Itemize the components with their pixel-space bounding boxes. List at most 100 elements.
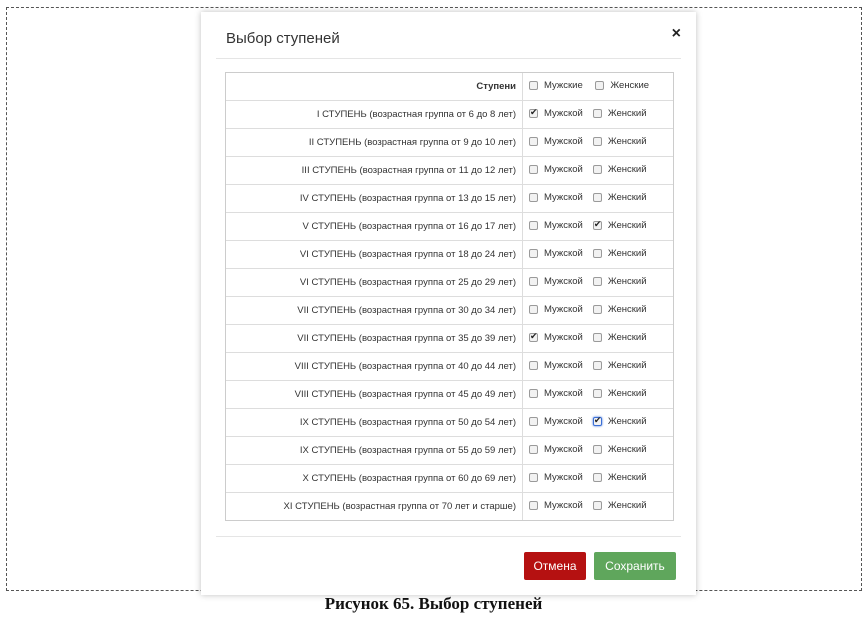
level-label: II СТУПЕНЬ (возрастная группа от 9 до 10… <box>226 128 523 157</box>
female-option[interactable]: Женский <box>592 248 647 259</box>
male-option-checkbox[interactable] <box>529 137 538 146</box>
female-option-checkbox[interactable] <box>592 193 602 202</box>
female-option-checkbox[interactable] <box>592 389 602 398</box>
footer-divider <box>216 536 681 537</box>
female-option[interactable]: Женский <box>592 108 647 119</box>
female-option-label: Женский <box>607 192 647 203</box>
female-option-label: Женский <box>607 332 647 343</box>
select-levels-modal: Выбор ступеней × Ступени Мужские Женские… <box>201 12 696 595</box>
select-all-female[interactable]: Женские <box>595 80 649 91</box>
level-label: VII СТУПЕНЬ (возрастная группа от 35 до … <box>226 324 523 353</box>
level-label: V СТУПЕНЬ (возрастная группа от 16 до 17… <box>226 212 523 241</box>
male-option[interactable]: Мужской <box>529 192 583 203</box>
header-options: Мужские Женские <box>522 73 673 101</box>
level-options: Мужской Женский <box>522 296 673 325</box>
male-option[interactable]: Мужской <box>529 276 583 287</box>
male-option-checkbox[interactable] <box>529 417 538 426</box>
female-option[interactable]: Женский <box>592 219 647 231</box>
male-option[interactable]: Мужской <box>529 360 583 371</box>
female-option[interactable]: Женский <box>592 360 647 371</box>
table-row: X СТУПЕНЬ (возрастная группа от 60 до 69… <box>226 464 673 493</box>
modal-header: Выбор ступеней × <box>216 12 681 59</box>
female-option[interactable]: Женский <box>592 332 647 343</box>
female-option-checkbox[interactable] <box>592 137 602 146</box>
male-option[interactable]: Мужской <box>529 388 583 399</box>
level-label: VI СТУПЕНЬ (возрастная группа от 25 до 2… <box>226 268 523 297</box>
select-all-male[interactable]: Мужские <box>529 80 583 91</box>
male-option-checkbox[interactable] <box>529 361 538 370</box>
table-row: V СТУПЕНЬ (возрастная группа от 16 до 17… <box>226 212 673 241</box>
level-label: I СТУПЕНЬ (возрастная группа от 6 до 8 л… <box>226 100 523 129</box>
select-all-female-checkbox[interactable] <box>595 81 605 90</box>
female-option-checkbox[interactable] <box>592 333 602 342</box>
male-option-checkbox[interactable] <box>529 331 538 342</box>
female-option[interactable]: Женский <box>592 192 647 203</box>
female-option-checkbox[interactable] <box>592 473 602 482</box>
female-option[interactable]: Женский <box>592 472 647 483</box>
female-option-checkbox[interactable] <box>592 361 602 370</box>
male-option[interactable]: Мужской <box>529 444 583 455</box>
male-option-checkbox[interactable] <box>529 389 538 398</box>
male-option[interactable]: Мужской <box>529 107 583 119</box>
male-option-checkbox[interactable] <box>529 501 538 510</box>
male-option-checkbox[interactable] <box>529 165 538 174</box>
male-option[interactable]: Мужской <box>529 472 583 483</box>
male-option[interactable]: Мужской <box>529 304 583 315</box>
male-option-checkbox[interactable] <box>529 249 538 258</box>
table-row: IV СТУПЕНЬ (возрастная группа от 13 до 1… <box>226 184 673 213</box>
male-option-checkbox[interactable] <box>529 221 538 230</box>
female-option-checkbox[interactable] <box>592 277 602 286</box>
female-option-checkbox[interactable] <box>592 501 602 510</box>
save-button[interactable]: Сохранить <box>594 552 676 580</box>
male-option-checkbox[interactable] <box>529 473 538 482</box>
female-option[interactable]: Женский <box>592 444 647 455</box>
male-option[interactable]: Мужской <box>529 220 583 231</box>
male-option-checkbox[interactable] <box>529 107 538 118</box>
male-option[interactable]: Мужской <box>529 500 583 511</box>
male-option[interactable]: Мужской <box>529 331 583 343</box>
female-option-checkbox[interactable] <box>592 219 602 230</box>
table-row: XI СТУПЕНЬ (возрастная группа от 70 лет … <box>226 492 674 521</box>
select-all-female-label: Женские <box>610 80 650 91</box>
female-option-label: Женский <box>607 388 647 399</box>
male-option[interactable]: Мужской <box>529 416 583 427</box>
female-option-checkbox[interactable] <box>592 249 602 258</box>
female-option[interactable]: Женский <box>592 388 647 399</box>
female-option[interactable]: Женский <box>592 276 647 287</box>
level-options: Мужской Женский <box>522 268 673 297</box>
male-option-checkbox[interactable] <box>529 305 538 314</box>
male-option-label: Мужской <box>544 276 583 287</box>
female-option-label: Женский <box>607 416 647 427</box>
male-option-label: Мужской <box>544 444 583 455</box>
male-option-checkbox[interactable] <box>529 445 538 454</box>
male-option-checkbox[interactable] <box>529 193 538 202</box>
female-option[interactable]: Женский <box>592 415 647 427</box>
level-options: Мужской Женский <box>522 212 673 241</box>
female-option-checkbox[interactable] <box>592 109 602 118</box>
close-icon[interactable]: × <box>672 26 681 42</box>
cancel-button[interactable]: Отмена <box>524 552 586 580</box>
female-option-checkbox[interactable] <box>592 165 602 174</box>
level-options: Мужской Женский <box>523 493 674 521</box>
female-option-checkbox[interactable] <box>592 415 602 426</box>
male-option[interactable]: Мужской <box>529 164 583 175</box>
female-option[interactable]: Женский <box>592 304 647 315</box>
male-option[interactable]: Мужской <box>529 248 583 259</box>
table-row: II СТУПЕНЬ (возрастная группа от 9 до 10… <box>226 128 673 157</box>
male-option-label: Мужской <box>544 388 583 399</box>
select-all-male-checkbox[interactable] <box>529 81 538 90</box>
figure-frame: Выбор ступеней × Ступени Мужские Женские… <box>6 7 862 595</box>
level-options: Мужской Женский <box>522 324 673 353</box>
level-options: Мужской Женский <box>522 184 673 213</box>
female-option-checkbox[interactable] <box>592 445 602 454</box>
female-option[interactable]: Женский <box>592 136 647 147</box>
level-options: Мужской Женский <box>522 240 673 269</box>
male-option[interactable]: Мужской <box>529 136 583 147</box>
male-option-label: Мужской <box>544 164 583 175</box>
female-option[interactable]: Женский <box>592 500 647 511</box>
male-option-checkbox[interactable] <box>529 277 538 286</box>
table-row: VII СТУПЕНЬ (возрастная группа от 35 до … <box>226 324 673 353</box>
female-option-checkbox[interactable] <box>592 305 602 314</box>
female-option[interactable]: Женский <box>592 164 647 175</box>
female-option-label: Женский <box>607 220 647 231</box>
